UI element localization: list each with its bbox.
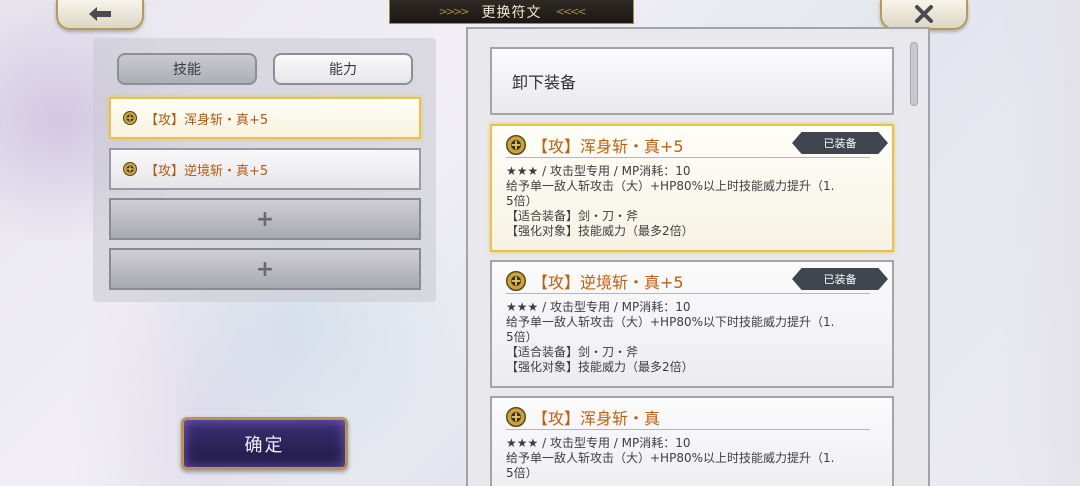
background-edge — [1000, 0, 1080, 486]
empty-rune-slot-3[interactable]: + — [109, 198, 421, 240]
rune-coin-icon — [506, 270, 526, 291]
rune-coin-icon — [123, 111, 137, 125]
rune-card-stats: ★★★ / 攻击型专用 / MP消耗：10 — [506, 436, 691, 450]
confirm-button[interactable]: 确定 — [181, 417, 348, 470]
equipped-badge: 已装备 — [792, 268, 888, 290]
tab-ability-label: 能力 — [329, 62, 357, 78]
rune-coin-icon — [506, 134, 526, 155]
rune-card-title: 【攻】浑身斩・真+5 — [532, 136, 684, 156]
unequip-label: 卸下装备 — [512, 73, 577, 92]
close-button[interactable] — [880, 0, 968, 30]
arrow-left-icon — [89, 7, 111, 21]
rune-card-desc: 给予单一敌人斩攻击（大）+HP80%以下时技能威力提升（1. — [506, 315, 835, 329]
rune-slot-2[interactable]: 【攻】逆境斩・真+5 — [109, 148, 421, 190]
rune-coin-icon — [123, 162, 137, 176]
confirm-button-label: 确定 — [244, 434, 285, 456]
rune-card-desc: 给予单一敌人斩攻击（大）+HP80%以上时技能威力提升（1. — [506, 179, 835, 193]
empty-rune-slot-4[interactable]: + — [109, 248, 421, 290]
scrollbar-thumb[interactable] — [910, 42, 918, 106]
rune-card-title: 【攻】浑身斩・真 — [532, 408, 661, 428]
rune-card-equip: 【适合装备】剑・刀・斧 — [506, 209, 639, 223]
plus-icon: + — [255, 206, 275, 232]
rune-slot-2-label: 【攻】逆境斩・真+5 — [145, 163, 269, 179]
rune-slot-panel: 技能 能力 【攻】浑身斩・真+5 【攻】逆境斩・真+5 + + — [93, 38, 436, 302]
rune-card-desc-cont: 5倍） — [506, 466, 538, 480]
page-title-plate: >>>> 更换符文 <<<< — [389, 0, 634, 24]
rune-card-1[interactable]: 【攻】浑身斩・真+5 已装备 ★★★ / 攻击型专用 / MP消耗：10 给予单… — [490, 124, 894, 252]
equipped-badge: 已装备 — [792, 132, 888, 154]
close-icon — [915, 5, 933, 23]
rune-card-target: 【强化对象】技能威力（最多2倍） — [506, 224, 694, 238]
rune-list-panel[interactable]: 卸下装备 【攻】浑身斩・真+5 已装备 ★★★ / 攻击型专用 / MP消耗：1… — [466, 27, 930, 486]
rune-coin-icon — [506, 406, 526, 427]
rune-card-header: 【攻】浑身斩・真 — [506, 406, 870, 430]
rune-card-equip: 【适合装备】剑・刀・斧 — [506, 345, 639, 359]
title-ornament-left: >>>> — [438, 5, 470, 18]
rune-card-stats: ★★★ / 攻击型专用 / MP消耗：10 — [506, 164, 691, 178]
tab-skill[interactable]: 技能 — [117, 53, 257, 85]
unequip-button[interactable]: 卸下装备 — [490, 47, 894, 115]
rune-slot-1-label: 【攻】浑身斩・真+5 — [145, 112, 269, 128]
rune-card-2[interactable]: 【攻】逆境斩・真+5 已装备 ★★★ / 攻击型专用 / MP消耗：10 给予单… — [490, 260, 894, 388]
tab-ability[interactable]: 能力 — [273, 53, 413, 85]
back-button[interactable] — [56, 0, 144, 30]
rune-card-desc: 给予单一敌人斩攻击（大）+HP80%以上时技能威力提升（1. — [506, 451, 835, 465]
rune-card-3[interactable]: 【攻】浑身斩・真 ★★★ / 攻击型专用 / MP消耗：10 给予单一敌人斩攻击… — [490, 396, 894, 486]
plus-icon: + — [255, 256, 275, 282]
rune-card-stats: ★★★ / 攻击型专用 / MP消耗：10 — [506, 300, 691, 314]
rune-slot-1[interactable]: 【攻】浑身斩・真+5 — [109, 97, 421, 139]
page-title: 更换符文 — [481, 4, 542, 21]
rune-card-desc-cont: 5倍） — [506, 330, 538, 344]
rune-card-title: 【攻】逆境斩・真+5 — [532, 272, 684, 292]
title-ornament-right: <<<< — [555, 5, 587, 18]
rune-card-target: 【强化对象】技能威力（最多2倍） — [506, 360, 694, 374]
rune-card-desc-cont: 5倍） — [506, 194, 538, 208]
tab-skill-label: 技能 — [173, 62, 201, 78]
